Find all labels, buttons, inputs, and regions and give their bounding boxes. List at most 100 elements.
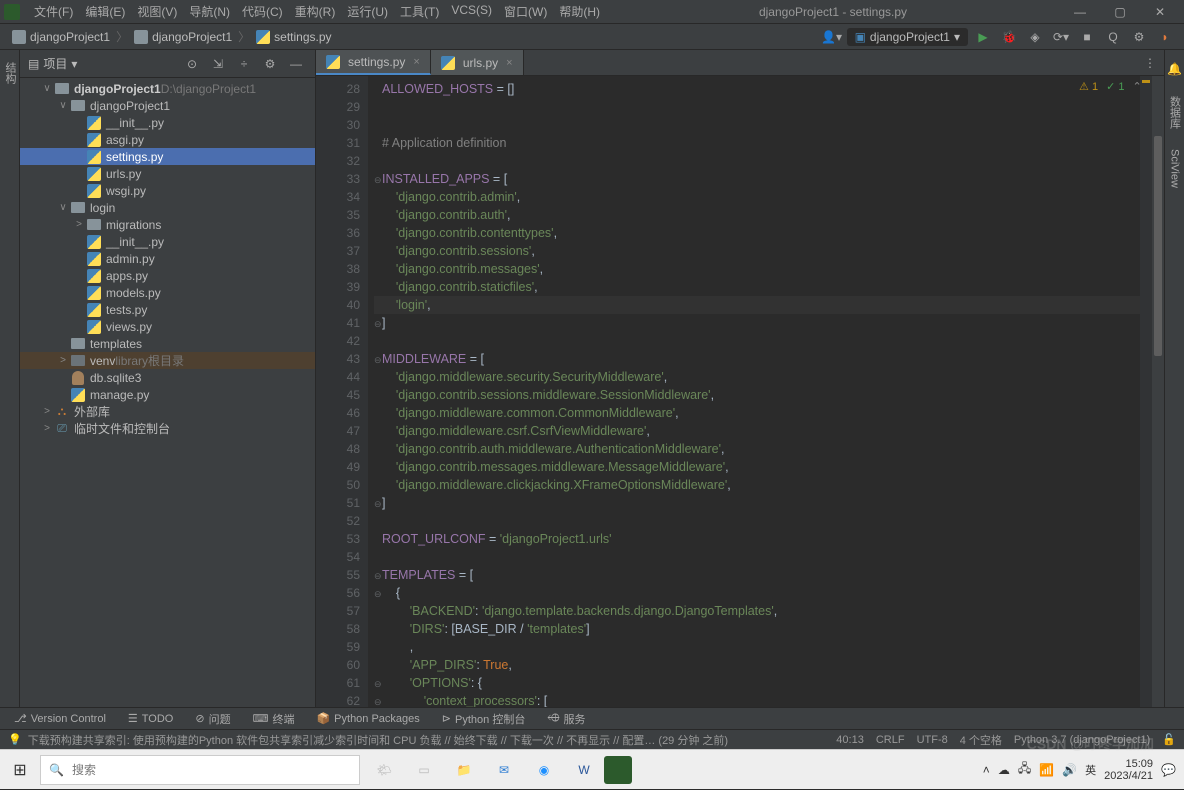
mail-icon[interactable]: ✉ bbox=[484, 750, 524, 790]
tree-row-templates[interactable]: templates bbox=[20, 335, 315, 352]
tree-row-views.py[interactable]: views.py bbox=[20, 318, 315, 335]
tree-row-login[interactable]: ∨login bbox=[20, 199, 315, 216]
wifi-icon[interactable]: 📶 bbox=[1039, 763, 1054, 777]
notifications-tray-icon[interactable]: 💬 bbox=[1161, 763, 1176, 777]
tree-expander[interactable]: ∨ bbox=[56, 202, 70, 213]
tree-row-wsgi.py[interactable]: wsgi.py bbox=[20, 182, 315, 199]
start-button[interactable]: ⊞ bbox=[0, 750, 40, 790]
menu-窗口(W)[interactable]: 窗口(W) bbox=[498, 3, 553, 20]
tree-row-urls.py[interactable]: urls.py bbox=[20, 165, 315, 182]
tree-expander[interactable]: > bbox=[56, 355, 70, 366]
tree-expander[interactable]: ∨ bbox=[56, 100, 70, 111]
assistant-icon[interactable]: ◗ bbox=[1154, 26, 1176, 48]
status-message[interactable]: 下载预构建共享索引: 使用预构建的Python 软件包共享索引减少索引时间和 C… bbox=[28, 732, 728, 748]
panel-dropdown-icon[interactable]: ▾ bbox=[71, 57, 77, 71]
network-icon[interactable]: 🖧 bbox=[1018, 759, 1031, 780]
breadcrumb-djangoProject1[interactable]: djangoProject1 bbox=[130, 30, 236, 44]
tray-expand-icon[interactable]: ˄ bbox=[983, 763, 990, 777]
hide-panel-icon[interactable]: — bbox=[285, 53, 307, 75]
tree-row-manage.py[interactable]: manage.py bbox=[20, 386, 315, 403]
tree-row-asgi.py[interactable]: asgi.py bbox=[20, 131, 315, 148]
breadcrumb-djangoProject1[interactable]: djangoProject1 bbox=[8, 30, 114, 44]
expand-all-icon[interactable]: ⇲ bbox=[207, 53, 229, 75]
select-open-file-icon[interactable]: ⊙ bbox=[181, 53, 203, 75]
tree-row-djangoProject1[interactable]: ∨djangoProject1 bbox=[20, 97, 315, 114]
tree-row-models.py[interactable]: models.py bbox=[20, 284, 315, 301]
collapse-icon[interactable]: ÷ bbox=[233, 53, 255, 75]
tray-time[interactable]: 15:09 bbox=[1104, 758, 1153, 770]
menu-文件(F)[interactable]: 文件(F) bbox=[28, 3, 79, 20]
caret-position[interactable]: 40:13 bbox=[836, 734, 864, 746]
tray-lang[interactable]: 英 bbox=[1085, 762, 1096, 778]
sciview-tab[interactable]: SciView bbox=[1169, 145, 1181, 192]
line-separator[interactable]: CRLF bbox=[876, 734, 905, 746]
menu-重构(R)[interactable]: 重构(R) bbox=[289, 3, 342, 20]
close-tab-icon[interactable]: × bbox=[413, 56, 419, 68]
tree-row-临时文件和控制台[interactable]: >⎚临时文件和控制台 bbox=[20, 420, 315, 437]
bottom-tab-Version Control[interactable]: ⎇Version Control bbox=[4, 708, 116, 729]
onedrive-icon[interactable]: ☁ bbox=[998, 763, 1010, 777]
minimize-button[interactable]: — bbox=[1060, 0, 1100, 24]
volume-icon[interactable]: 🔊 bbox=[1062, 763, 1077, 777]
menu-导航(N)[interactable]: 导航(N) bbox=[183, 3, 236, 20]
menu-工具(T)[interactable]: 工具(T) bbox=[394, 3, 445, 20]
lock-icon[interactable]: 🔓 bbox=[1162, 733, 1176, 746]
menu-VCS(S)[interactable]: VCS(S) bbox=[445, 3, 498, 20]
bottom-tab-TODO[interactable]: ☰TODO bbox=[118, 708, 183, 729]
bottom-tab-问题[interactable]: ⊘问题 bbox=[185, 708, 240, 729]
bottom-tab-服务[interactable]: ⬲服务 bbox=[537, 708, 595, 729]
weak-warnings-icon[interactable]: ✓ 1 bbox=[1106, 80, 1124, 93]
settings-button[interactable]: ⚙ bbox=[1128, 26, 1150, 48]
bottom-tab-终端[interactable]: ⌨终端 bbox=[243, 708, 305, 729]
word-icon[interactable]: W bbox=[564, 750, 604, 790]
panel-settings-icon[interactable]: ⚙ bbox=[259, 53, 281, 75]
weather-widget[interactable]: 🌤 bbox=[364, 750, 404, 790]
database-tab[interactable]: 数据库 bbox=[1167, 92, 1183, 133]
search-button[interactable]: Q bbox=[1102, 26, 1124, 48]
close-button[interactable]: ✕ bbox=[1140, 0, 1180, 24]
tabs-more-icon[interactable]: ⋮ bbox=[1136, 50, 1164, 75]
structure-tab[interactable]: 结构 bbox=[0, 54, 20, 707]
menu-运行(U)[interactable]: 运行(U) bbox=[341, 3, 394, 20]
menu-帮助(H)[interactable]: 帮助(H) bbox=[553, 3, 606, 20]
code-editor[interactable]: ALLOWED_HOSTS = []# Application definiti… bbox=[368, 76, 1140, 707]
explorer-icon[interactable]: 📁 bbox=[444, 750, 484, 790]
menu-编辑(E)[interactable]: 编辑(E) bbox=[79, 3, 131, 20]
tree-row-外部库[interactable]: >⛬外部库 bbox=[20, 403, 315, 420]
tree-row-migrations[interactable]: >migrations bbox=[20, 216, 315, 233]
bottom-tab-Python Packages[interactable]: 📦Python Packages bbox=[306, 708, 429, 729]
tray-date[interactable]: 2023/4/21 bbox=[1104, 770, 1153, 782]
run-config-selector[interactable]: ▣ djangoProject1 ▾ bbox=[847, 28, 968, 46]
vertical-scrollbar[interactable] bbox=[1152, 76, 1164, 707]
tree-row-venv[interactable]: >venv library根目录 bbox=[20, 352, 315, 369]
tree-expander[interactable]: > bbox=[40, 423, 54, 434]
error-stripe[interactable] bbox=[1140, 76, 1152, 707]
pycharm-icon[interactable] bbox=[604, 756, 632, 784]
coverage-button[interactable]: ◈ bbox=[1024, 26, 1046, 48]
tree-row-apps.py[interactable]: apps.py bbox=[20, 267, 315, 284]
indent[interactable]: 4 个空格 bbox=[960, 732, 1002, 748]
tree-row-db.sqlite3[interactable]: db.sqlite3 bbox=[20, 369, 315, 386]
tree-row-djangoProject1[interactable]: ∨djangoProject1 D:\djangoProject1 bbox=[20, 80, 315, 97]
maximize-button[interactable]: ▢ bbox=[1100, 0, 1140, 24]
encoding[interactable]: UTF-8 bbox=[917, 734, 948, 746]
notifications-icon[interactable]: 🔔 bbox=[1164, 58, 1184, 80]
run-button[interactable]: ▶ bbox=[972, 26, 994, 48]
tab-urls.py[interactable]: urls.py× bbox=[431, 50, 524, 75]
warnings-icon[interactable]: ⚠ 1 bbox=[1079, 80, 1098, 93]
edge-icon[interactable]: ◉ bbox=[524, 750, 564, 790]
close-tab-icon[interactable]: × bbox=[506, 57, 512, 69]
tree-row-tests.py[interactable]: tests.py bbox=[20, 301, 315, 318]
tree-expander[interactable]: > bbox=[40, 406, 54, 417]
line-gutter[interactable]: 2829303132333435363738394041424344454647… bbox=[316, 76, 368, 707]
tab-settings.py[interactable]: settings.py× bbox=[316, 50, 431, 75]
bottom-tab-Python 控制台[interactable]: ⊳Python 控制台 bbox=[432, 708, 536, 729]
stop-button[interactable]: ■ bbox=[1076, 26, 1098, 48]
tree-row-__init__.py[interactable]: __init__.py bbox=[20, 114, 315, 131]
task-view-button[interactable]: ▭ bbox=[404, 750, 444, 790]
menu-视图(V)[interactable]: 视图(V) bbox=[131, 3, 183, 20]
taskbar-search[interactable]: 🔍 搜索 bbox=[40, 755, 360, 785]
tree-row-settings.py[interactable]: settings.py bbox=[20, 148, 315, 165]
add-user-icon[interactable]: 👤▾ bbox=[821, 26, 843, 48]
project-tree[interactable]: ∨djangoProject1 D:\djangoProject1∨django… bbox=[20, 78, 315, 707]
